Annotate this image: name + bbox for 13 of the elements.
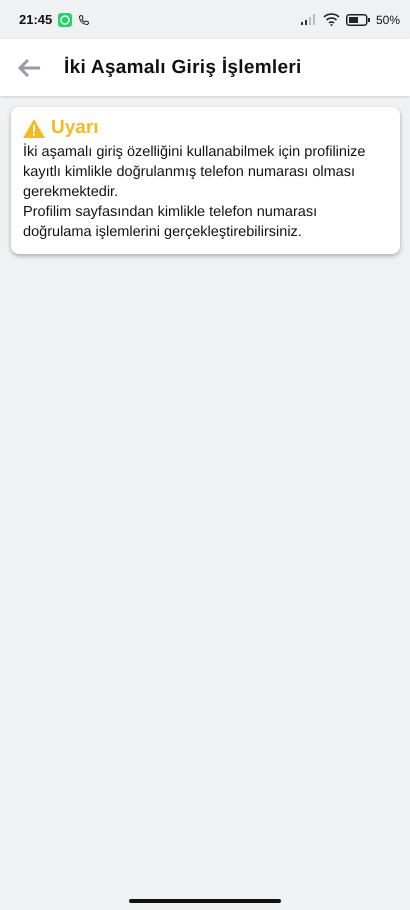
status-time: 21:45 bbox=[19, 12, 52, 27]
wifi-icon bbox=[322, 13, 340, 26]
battery-icon bbox=[346, 14, 370, 26]
battery-percent: 50% bbox=[376, 12, 400, 26]
warning-message: İki aşamalı giriş özelliğini kullanabilmek için profilinize kayıtlı kimlikle doğrulanmış telefon numarası olması gerekmektedir. bbox=[23, 142, 366, 202]
signal-icon bbox=[300, 14, 317, 25]
back-button[interactable] bbox=[16, 56, 42, 78]
phone-icon bbox=[78, 14, 90, 26]
warning-message: Profilim sayfasından kimlikle telefon numarası doğrulama işlemlerini gerçekleştirebilirsiniz. bbox=[23, 203, 318, 242]
warning-title: Uyarı bbox=[51, 117, 99, 139]
chat-app-icon bbox=[58, 12, 72, 26]
page-title: İki Aşamalı Giriş İşlemleri bbox=[64, 56, 302, 78]
warning-icon bbox=[23, 118, 45, 138]
